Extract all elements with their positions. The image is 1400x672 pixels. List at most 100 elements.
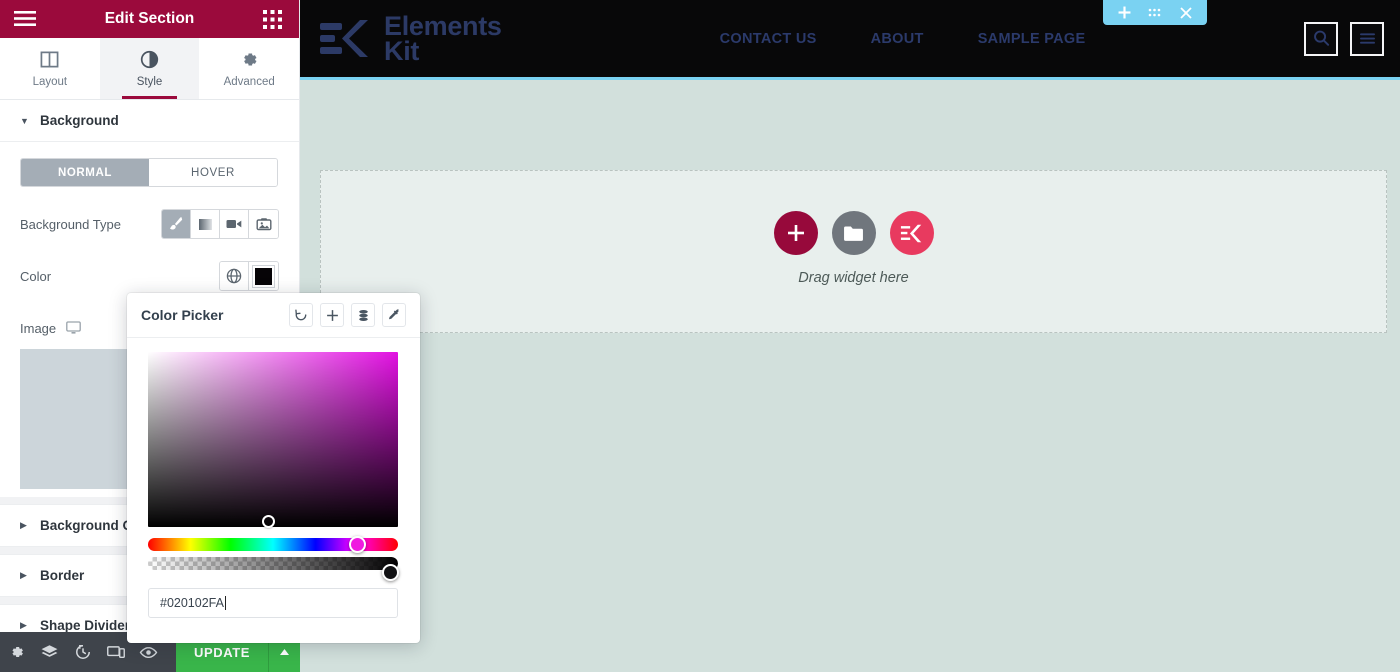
bg-type-classic[interactable] xyxy=(162,210,191,238)
bg-type-slideshow[interactable] xyxy=(249,210,278,238)
logo-line-1: Elements xyxy=(384,14,502,39)
color-swatch-button[interactable] xyxy=(249,262,278,290)
elementskit-icon xyxy=(900,223,924,244)
hamburger-menu-icon xyxy=(1358,31,1377,46)
hex-color-input[interactable]: #020102FA xyxy=(148,588,398,618)
chevron-down-icon: ▼ xyxy=(20,116,28,126)
history-clock-icon xyxy=(75,644,91,660)
menu-button[interactable] xyxy=(1350,22,1384,56)
alpha-slider-handle[interactable] xyxy=(382,564,399,581)
columns-icon xyxy=(40,50,59,69)
saturation-value-area[interactable] xyxy=(148,352,398,527)
color-library-button[interactable] xyxy=(351,303,375,327)
background-color-row: Color xyxy=(20,261,279,291)
color-swatch xyxy=(253,266,274,287)
hamburger-icon xyxy=(14,10,36,27)
gradient-icon xyxy=(198,217,213,232)
tab-advanced-label: Advanced xyxy=(224,76,275,88)
hue-slider-handle[interactable] xyxy=(349,536,366,553)
background-color-label: Color xyxy=(20,269,219,284)
text-cursor xyxy=(225,596,226,610)
plus-icon xyxy=(326,309,339,322)
grid-apps-icon xyxy=(263,10,282,29)
settings-button[interactable] xyxy=(0,632,33,672)
alpha-gradient xyxy=(148,557,398,570)
color-library-icon xyxy=(357,309,370,322)
hue-slider-wrap xyxy=(148,538,399,551)
nav-link-sample-page[interactable]: SAMPLE PAGE xyxy=(978,31,1086,47)
six-dot-drag-icon xyxy=(1148,8,1161,17)
color-picker-tools xyxy=(289,303,406,327)
add-color-button[interactable] xyxy=(320,303,344,327)
nav-link-about[interactable]: ABOUT xyxy=(871,31,924,47)
global-color-button[interactable] xyxy=(220,262,249,290)
desktop-monitor-icon[interactable] xyxy=(66,321,81,335)
site-header-icons xyxy=(1304,22,1384,56)
bg-type-gradient[interactable] xyxy=(191,210,220,238)
drop-area-buttons xyxy=(774,211,934,255)
tab-layout-label: Layout xyxy=(33,76,68,88)
site-logo[interactable]: Elements Kit xyxy=(318,14,502,64)
close-x-icon xyxy=(1180,7,1192,19)
delete-section-button[interactable] xyxy=(1176,3,1196,23)
search-button[interactable] xyxy=(1304,22,1338,56)
accordion-background-overlay-label: Background O xyxy=(40,518,133,533)
drag-section-handle[interactable] xyxy=(1145,3,1165,23)
reset-undo-icon xyxy=(294,308,308,322)
widget-drop-area: Drag widget here xyxy=(774,211,934,286)
alpha-slider[interactable] xyxy=(148,557,398,570)
editable-section[interactable]: Drag widget here xyxy=(320,170,1387,333)
tab-style[interactable]: Style xyxy=(100,38,200,99)
background-type-row: Background Type xyxy=(20,209,279,239)
editor-canvas: Elements Kit CONTACT US ABOUT SAMPLE PAG… xyxy=(300,0,1400,672)
color-picker-title: Color Picker xyxy=(141,307,223,323)
globe-icon xyxy=(226,268,242,284)
history-button[interactable] xyxy=(66,632,99,672)
contrast-half-circle-icon xyxy=(140,50,159,69)
alpha-slider-wrap xyxy=(148,557,399,570)
eyedropper-button[interactable] xyxy=(382,303,406,327)
tab-advanced[interactable]: Advanced xyxy=(199,38,299,99)
chevron-right-icon: ▶ xyxy=(20,520,28,531)
reset-color-button[interactable] xyxy=(289,303,313,327)
background-type-choices xyxy=(161,209,279,239)
background-type-label: Background Type xyxy=(20,217,161,232)
normal-hover-toggle: NORMAL HOVER xyxy=(20,158,278,187)
saturation-handle[interactable] xyxy=(262,515,275,528)
section-toolbar xyxy=(1103,0,1207,25)
add-section-button[interactable] xyxy=(1114,3,1134,23)
hex-color-value: #020102FA xyxy=(160,596,224,610)
accordion-shape-divider-label: Shape Divider xyxy=(40,618,130,633)
gear-icon xyxy=(240,50,259,69)
panel-tabs: Layout Style Advanced xyxy=(0,38,299,100)
nav-link-contact-us[interactable]: CONTACT US xyxy=(720,31,817,47)
add-widget-button[interactable] xyxy=(774,211,818,255)
chevron-right-icon: ▶ xyxy=(20,570,28,581)
template-library-button[interactable] xyxy=(832,211,876,255)
tab-layout[interactable]: Layout xyxy=(0,38,100,99)
panel-menu-button[interactable] xyxy=(14,10,36,28)
navigator-button[interactable] xyxy=(33,632,66,672)
accordion-background[interactable]: ▼ Background xyxy=(0,100,299,142)
elementskit-library-button[interactable] xyxy=(890,211,934,255)
elementskit-logo-icon xyxy=(318,17,374,61)
site-nav: CONTACT US ABOUT SAMPLE PAGE xyxy=(720,31,1086,47)
panel-apps-button[interactable] xyxy=(263,10,285,28)
state-tab-hover[interactable]: HOVER xyxy=(149,159,277,186)
accordion-background-label: Background xyxy=(40,113,119,128)
elementor-editor-root: Elements Kit CONTACT US ABOUT SAMPLE PAG… xyxy=(0,0,1400,672)
responsive-device-icon xyxy=(107,645,125,659)
plus-icon xyxy=(786,223,806,243)
state-tab-normal[interactable]: NORMAL xyxy=(21,159,149,186)
eye-preview-icon xyxy=(139,646,158,659)
panel-title: Edit Section xyxy=(36,10,263,28)
color-controls xyxy=(219,261,279,291)
eyedropper-icon xyxy=(387,308,401,322)
panel-header: Edit Section xyxy=(0,0,299,38)
search-icon xyxy=(1312,29,1331,48)
image-label-text: Image xyxy=(20,321,56,336)
caret-up-icon xyxy=(279,648,290,656)
bg-type-video[interactable] xyxy=(220,210,249,238)
logo-line-2: Kit xyxy=(384,39,502,64)
tab-style-label: Style xyxy=(137,76,163,88)
